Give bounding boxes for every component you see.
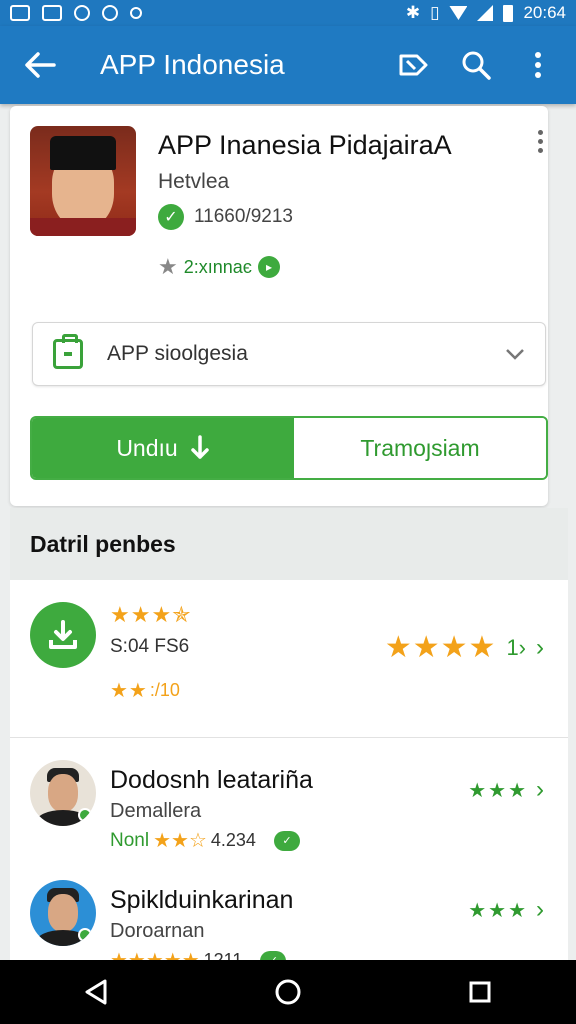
- app-avatar: [30, 126, 136, 236]
- person-subtitle: Demallera: [110, 800, 202, 822]
- person-stat: 4.234: [210, 830, 256, 850]
- status-time: 20:64: [523, 3, 566, 22]
- secondary-button[interactable]: Tramoȷsiam: [294, 418, 546, 478]
- section-header: Datril penbes: [10, 508, 568, 580]
- avatar: [30, 760, 96, 826]
- verified-text: 11660/9213: [194, 206, 293, 227]
- person-rating: ★★★ ›: [468, 896, 544, 923]
- tag-icon: [399, 54, 428, 76]
- download-circle-icon: [30, 602, 96, 668]
- signal-icon: [477, 5, 494, 21]
- tag-button[interactable]: [394, 45, 434, 85]
- avatar: [30, 880, 96, 946]
- battery-icon: [503, 4, 514, 22]
- row-rating: ★★ :/10: [110, 680, 180, 702]
- secondary-button-label: Tramoȷsiam: [360, 434, 480, 461]
- wifi-icon: [449, 6, 468, 20]
- download-subtitle: S:04 FS6: [110, 636, 190, 657]
- verified-row: ✓ 11660/9213: [158, 204, 293, 230]
- rating-value: :/10: [149, 680, 180, 700]
- back-button[interactable]: [20, 45, 60, 85]
- action-buttons: Undıu Tramoȷsiam: [30, 416, 548, 480]
- briefcase-icon: [53, 334, 83, 369]
- bluetooth-icon: ✱: [405, 3, 421, 22]
- badge-icon: ▸: [257, 256, 280, 278]
- chevron-right-icon: ›: [536, 896, 544, 923]
- row-right-rating: ★★★★ 1› ›: [385, 630, 544, 665]
- star-icon: ★: [158, 254, 178, 279]
- chevron-down-icon: [505, 344, 525, 364]
- dropdown-label: APP sioolgesia: [107, 342, 248, 365]
- home-nav-button[interactable]: [264, 968, 312, 1016]
- download-stats-row[interactable]: ★★★✯ S:04 FS6 ★★ :/10 ★★★★ 1› ›: [10, 580, 568, 738]
- more-vert-icon: [535, 52, 541, 78]
- rating-count: 1›: [506, 634, 526, 660]
- status-bar: ✱ ▯ 20:64: [0, 0, 576, 26]
- app-bar: APP Indonesia: [0, 26, 576, 104]
- shield-icon: [74, 5, 90, 21]
- gallery-icon: [10, 5, 30, 21]
- person-item[interactable]: Dodosnh leatariña Demallera Nonl ★★☆ 4.2…: [10, 748, 568, 878]
- section-title: Datril penbes: [30, 530, 176, 557]
- app-developer[interactable]: Hetvlea: [158, 170, 229, 194]
- search-icon: [462, 51, 491, 80]
- version-dropdown[interactable]: APP sioolgesia: [32, 322, 546, 386]
- chevron-right-icon: ›: [536, 633, 544, 661]
- card-more-button[interactable]: [534, 130, 546, 153]
- person-name: Dodosnh leatariña: [110, 766, 313, 794]
- vibrate-icon: ▯: [430, 3, 440, 22]
- download-button-label: Undıu: [116, 434, 178, 461]
- person-subtitle: Doroarnan: [110, 920, 205, 942]
- person-rating: ★★★ ›: [468, 776, 544, 803]
- app-info-card: APP Inanesia PidajairaA Hetvlea ✓ 11660/…: [10, 106, 548, 506]
- person-label: Nonl: [110, 829, 150, 851]
- row-stars: ★★★✯: [110, 602, 192, 627]
- chevron-right-icon: ›: [536, 776, 544, 803]
- search-button[interactable]: [456, 45, 496, 85]
- check-circle-icon: ✓: [158, 204, 184, 230]
- triangle-back-icon: [85, 979, 107, 1005]
- settings-icon: [102, 5, 118, 21]
- navigation-bar: [0, 960, 576, 1024]
- rating-text: 2:хınnaє: [183, 256, 252, 277]
- app-bar-title: APP Indonesia: [100, 49, 285, 80]
- verified-pill-icon: ✓: [273, 830, 300, 851]
- dot-icon: [130, 7, 142, 19]
- details-list: ★★★✯ S:04 FS6 ★★ :/10 ★★★★ 1› › Dodosnh …: [10, 580, 568, 972]
- arrow-down-icon: [190, 435, 209, 459]
- image-icon: [42, 5, 62, 21]
- download-button[interactable]: Undıu: [32, 418, 294, 478]
- app-name: APP Inanesia PidajairaA: [158, 130, 452, 160]
- square-recents-icon: [469, 981, 491, 1003]
- rating-row: ★ 2:хınnaє ▸: [158, 254, 280, 280]
- rating-stars: ★★★★: [384, 631, 497, 664]
- more-options-button[interactable]: [518, 45, 558, 85]
- back-nav-button[interactable]: [72, 968, 120, 1016]
- person-name: Spiklduinkarinan: [110, 886, 294, 914]
- home-circle-icon: [275, 979, 301, 1005]
- recents-nav-button[interactable]: [456, 968, 504, 1016]
- screen: ✱ ▯ 20:64 APP Indonesia APP Inanesia Pid…: [0, 0, 576, 1024]
- person-stats: Nonl ★★☆ 4.234 ✓: [110, 828, 300, 853]
- arrow-left-icon: [25, 52, 56, 78]
